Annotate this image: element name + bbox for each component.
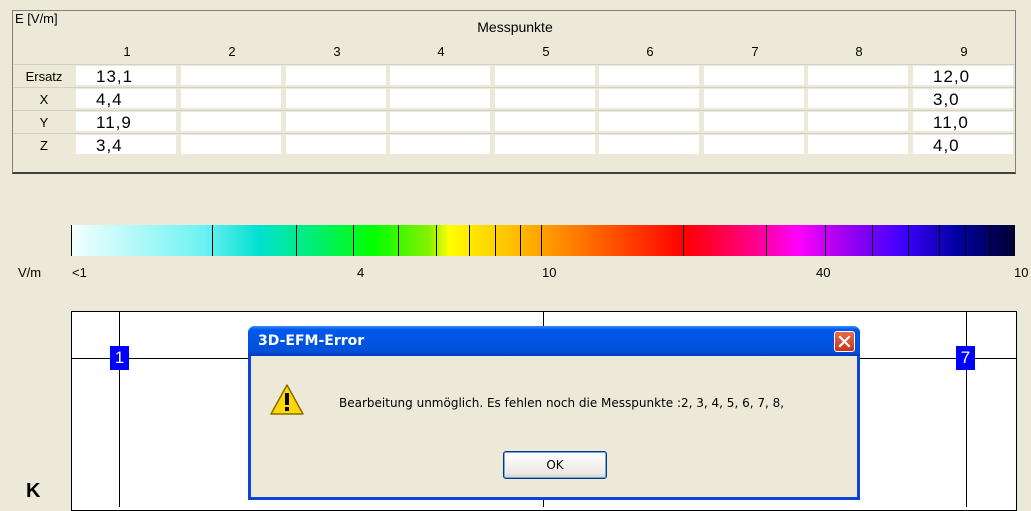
table-cell[interactable] <box>180 88 282 109</box>
column-header-9: 9 <box>960 44 968 59</box>
table-cell[interactable]: 3,4 <box>75 134 177 155</box>
scale-tick <box>908 225 909 256</box>
table-cell[interactable] <box>598 134 700 155</box>
table-cell[interactable]: 3,0 <box>912 88 1014 109</box>
table-cell[interactable] <box>598 88 700 109</box>
column-header-5: 5 <box>542 44 550 59</box>
scale-tick <box>296 225 297 256</box>
table-cell[interactable] <box>494 134 596 155</box>
scale-label: 40 <box>816 265 831 280</box>
measurement-point-marker[interactable]: 1 <box>110 346 129 370</box>
table-cell[interactable] <box>494 88 596 109</box>
scale-tick <box>469 225 470 256</box>
column-header-4: 4 <box>437 44 445 59</box>
column-header-1: 1 <box>123 44 131 59</box>
table-cell[interactable]: 4,0 <box>912 134 1014 155</box>
scale-tick <box>398 225 399 256</box>
scale-tick <box>939 225 940 256</box>
scale-tick <box>520 225 521 256</box>
table-cell[interactable] <box>285 111 387 132</box>
scale-label: 10 <box>1014 265 1029 280</box>
scale-tick <box>436 225 437 256</box>
scale-tick <box>71 225 72 256</box>
column-header-2: 2 <box>228 44 236 59</box>
table-cell[interactable] <box>703 65 805 86</box>
error-dialog: 3D-EFM-Error Bearbeitung unmöglich. Es f… <box>248 326 860 500</box>
table-cell[interactable] <box>598 111 700 132</box>
table-title: Messpunkte <box>477 19 553 35</box>
column-header-7: 7 <box>751 44 759 59</box>
table-cell[interactable] <box>807 65 909 86</box>
table-cell[interactable]: 4,4 <box>75 88 177 109</box>
scale-tick <box>965 225 966 256</box>
table-cell[interactable] <box>285 65 387 86</box>
measurement-table: E [V/m] Messpunkte 1 2 3 4 5 6 7 8 9 Ers… <box>12 10 1016 174</box>
row-label-z: Z <box>40 138 48 153</box>
dialog-message: Bearbeitung unmöglich. Es fehlen noch di… <box>339 396 785 410</box>
row-label-ersatz: Ersatz <box>25 69 63 84</box>
measurement-point-marker[interactable]: 7 <box>956 346 975 370</box>
column-header-8: 8 <box>855 44 863 59</box>
table-cell[interactable] <box>180 65 282 86</box>
scale-tick <box>212 225 213 256</box>
table-cell[interactable] <box>285 134 387 155</box>
dialog-body: Bearbeitung unmöglich. Es fehlen noch di… <box>251 356 857 497</box>
scale-tick <box>872 225 873 256</box>
scale-label: 4 <box>357 265 365 280</box>
grid-line <box>119 311 120 507</box>
table-cell[interactable] <box>389 88 491 109</box>
column-header-6: 6 <box>646 44 654 59</box>
scale-tick <box>990 225 991 256</box>
table-cell[interactable] <box>389 134 491 155</box>
corner-letter: K <box>26 480 41 502</box>
close-icon <box>838 335 851 348</box>
close-button[interactable] <box>834 331 855 352</box>
table-cell[interactable]: 12,0 <box>912 65 1014 86</box>
table-cell[interactable] <box>285 88 387 109</box>
table-cell[interactable] <box>703 134 805 155</box>
table-cell[interactable] <box>180 134 282 155</box>
scale-label: 10 <box>542 265 557 280</box>
scale-tick <box>495 225 496 256</box>
table-cell[interactable] <box>703 111 805 132</box>
scale-tick <box>541 225 542 256</box>
table-cell[interactable] <box>598 65 700 86</box>
table-cell[interactable] <box>180 111 282 132</box>
table-cell[interactable]: 11,0 <box>912 111 1014 132</box>
table-cell[interactable]: 11,9 <box>75 111 177 132</box>
scale-tick <box>766 225 767 256</box>
table-cell[interactable] <box>494 65 596 86</box>
table-cell[interactable] <box>389 65 491 86</box>
scale-tick <box>683 225 684 256</box>
scale-tick <box>353 225 354 256</box>
ok-button[interactable]: OK <box>503 451 607 479</box>
table-cell[interactable] <box>807 88 909 109</box>
dialog-title: 3D-EFM-Error <box>258 333 365 349</box>
table-cell[interactable] <box>389 111 491 132</box>
row-label-y: Y <box>39 115 49 130</box>
scale-label: <1 <box>72 265 87 280</box>
table-cell[interactable]: 13,1 <box>75 65 177 86</box>
table-cell[interactable] <box>494 111 596 132</box>
table-cell[interactable] <box>807 111 909 132</box>
scale-unit-label: V/m <box>18 265 42 280</box>
table-cell[interactable] <box>703 88 805 109</box>
scale-tick <box>825 225 826 256</box>
grid-line <box>966 311 967 507</box>
row-label-x: X <box>39 92 49 107</box>
dialog-titlebar[interactable]: 3D-EFM-Error <box>248 326 860 356</box>
warning-icon <box>270 384 304 415</box>
table-cell[interactable] <box>807 134 909 155</box>
column-header-3: 3 <box>333 44 341 59</box>
